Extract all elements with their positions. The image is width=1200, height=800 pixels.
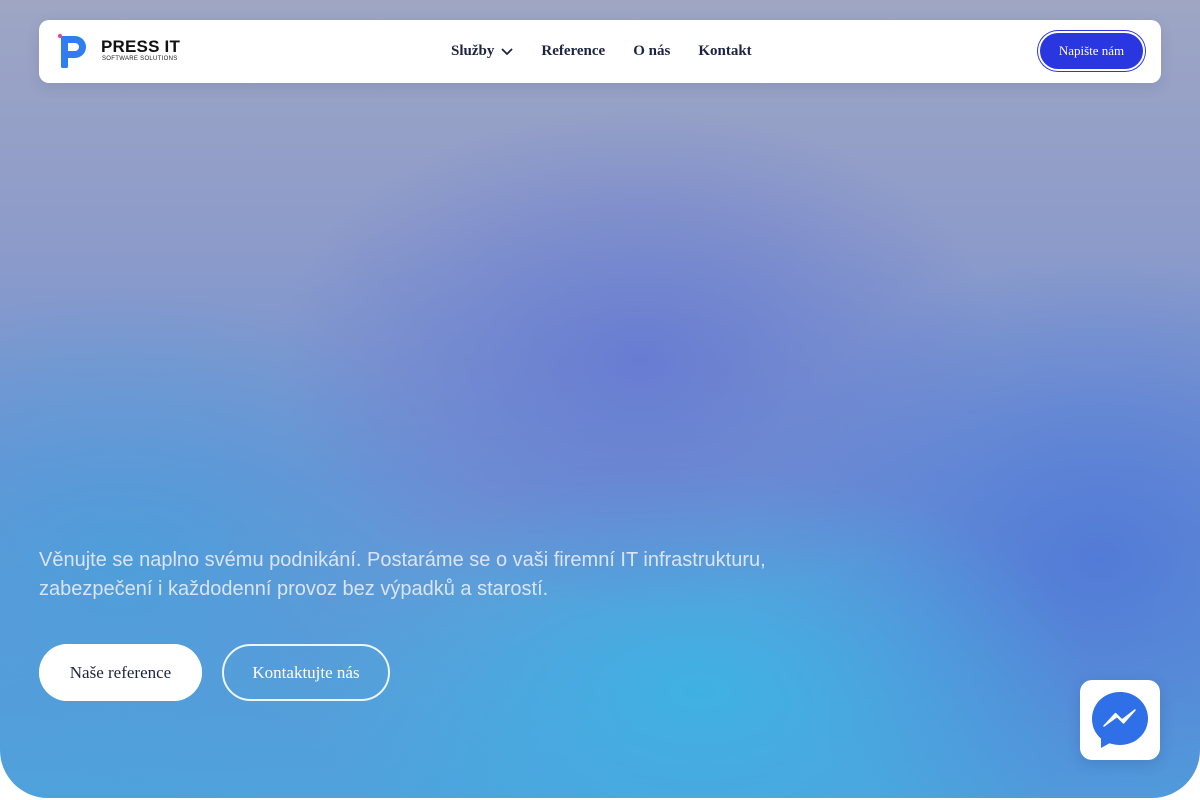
- messenger-icon: [1092, 692, 1148, 748]
- nav-item-kontakt[interactable]: Kontakt: [698, 43, 751, 60]
- references-button[interactable]: Naše reference: [39, 644, 202, 701]
- main-menu: Služby Reference O nás Kontakt: [451, 20, 752, 83]
- brand-name: PRESS IT: [101, 37, 181, 56]
- hero-lead-line-2: zabezpečení i každodenní provoz bez výpa…: [39, 578, 549, 600]
- logo[interactable]: PRESS IT SOFTWARE SOLUTIONS: [55, 32, 185, 72]
- hero-lead-text: Věnujte se naplno svému podnikání. Posta…: [39, 546, 799, 604]
- nav-item-reference[interactable]: Reference: [541, 43, 605, 60]
- contact-us-button[interactable]: Kontaktujte nás: [222, 644, 390, 701]
- nav-item-o-nas[interactable]: O nás: [633, 43, 670, 60]
- logo-mark-icon: [57, 33, 86, 68]
- brand-tagline: SOFTWARE SOLUTIONS: [102, 56, 178, 62]
- nav-item-label: Služby: [451, 43, 495, 59]
- navbar: PRESS IT SOFTWARE SOLUTIONS Služby Refer…: [39, 20, 1161, 83]
- messenger-chat-button[interactable]: [1080, 680, 1160, 760]
- hero-section: PRESS IT SOFTWARE SOLUTIONS Služby Refer…: [0, 0, 1200, 798]
- chevron-down-icon: [501, 48, 513, 56]
- write-us-button[interactable]: Napište nám: [1038, 31, 1145, 71]
- nav-item-sluzby[interactable]: Služby: [451, 43, 513, 60]
- hero-lead-line-1: Věnujte se naplno svému podnikání. Posta…: [39, 549, 766, 571]
